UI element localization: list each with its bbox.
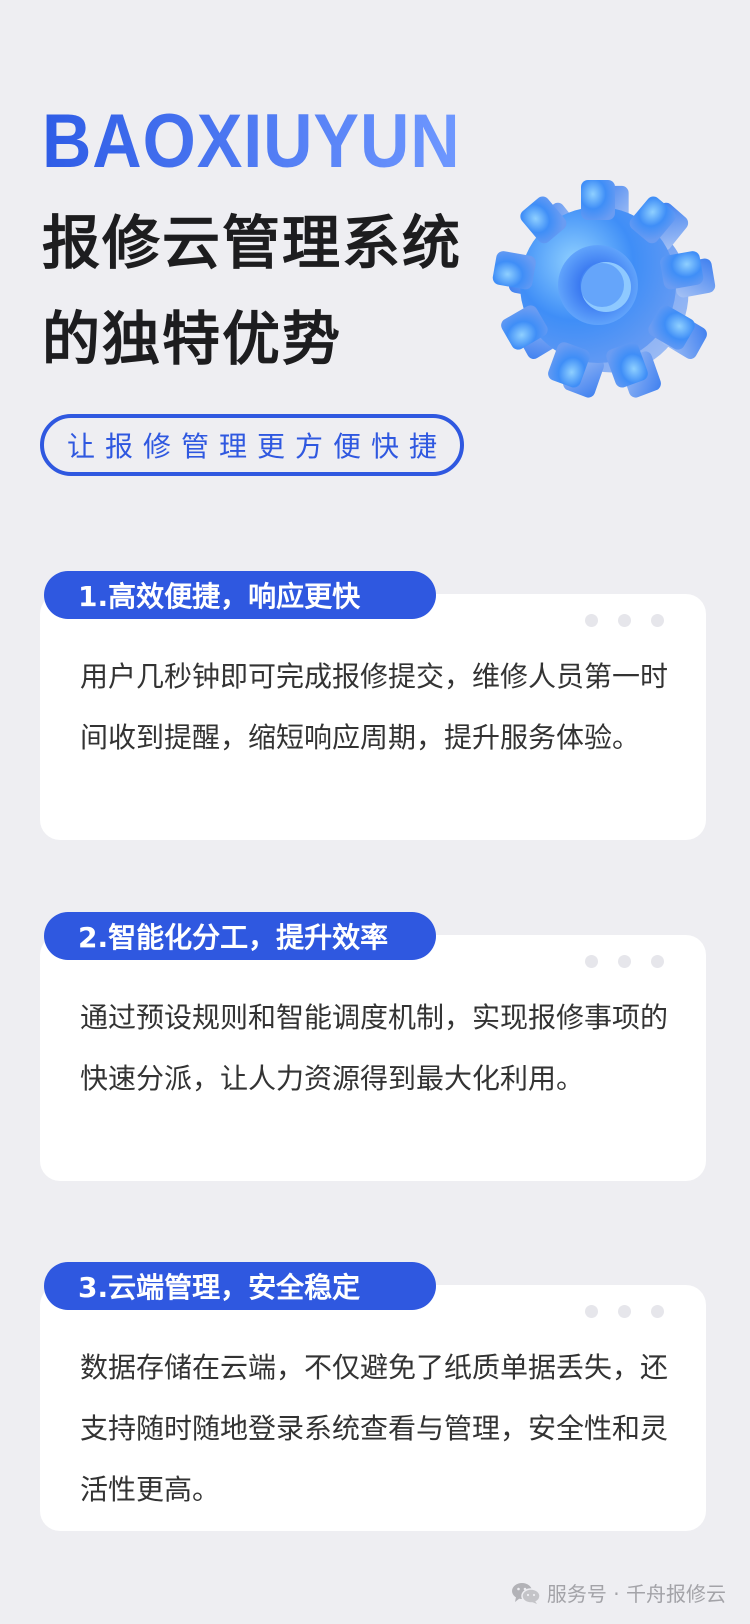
dot-icon [651,614,664,627]
feature-heading-3: 3.云端管理，安全稳定 [44,1262,436,1310]
feature-body-2: 通过预设规则和智能调度机制，实现报修事项的快速分派，让人力资源得到最大化利用。 [80,1001,669,1095]
window-dots [585,1305,664,1318]
dot-icon [618,1305,631,1318]
window-dots [585,614,664,627]
footer: 服务号 · 千舟报修云 [511,1578,726,1607]
feature-body-1: 用户几秒钟即可完成报修提交，维修人员第一时间收到提醒，缩短响应周期，提升服务体验… [80,660,669,754]
feature-body-3: 数据存储在云端，不仅避免了纸质单据丢失，还支持随时随地登录系统查看与管理，安全性… [80,1351,669,1506]
feature-heading-1: 1.高效便捷，响应更快 [44,571,436,619]
feature-heading-2: 2.智能化分工，提升效率 [44,912,436,960]
dot-icon [618,614,631,627]
dot-icon [651,1305,664,1318]
feature-card-2: 通过预设规则和智能调度机制，实现报修事项的快速分派，让人力资源得到最大化利用。 [40,935,706,1181]
dot-icon [585,1305,598,1318]
window-dots [585,955,664,968]
dot-icon [585,955,598,968]
page-title-line-2: 的独特优势 [42,305,343,373]
dot-icon [618,955,631,968]
dot-icon [585,614,598,627]
footer-text: 服务号 · 千舟报修云 [546,1582,726,1606]
brand-wordmark: BAOXIUYUN [42,99,461,184]
feature-card-1: 用户几秒钟即可完成报修提交，维修人员第一时间收到提醒，缩短响应周期，提升服务体验… [40,594,706,840]
tagline-text: 让报修管理更方便快捷 [66,430,447,463]
tagline-pill: 让报修管理更方便快捷 [40,414,464,476]
feature-card-3: 数据存储在云端，不仅避免了纸质单据丢失，还支持随时随地登录系统查看与管理，安全性… [40,1285,706,1531]
dot-icon [651,955,664,968]
page-title-line-1: 报修云管理系统 [42,209,463,277]
wechat-icon [511,1582,541,1604]
gear-icon [491,180,717,400]
